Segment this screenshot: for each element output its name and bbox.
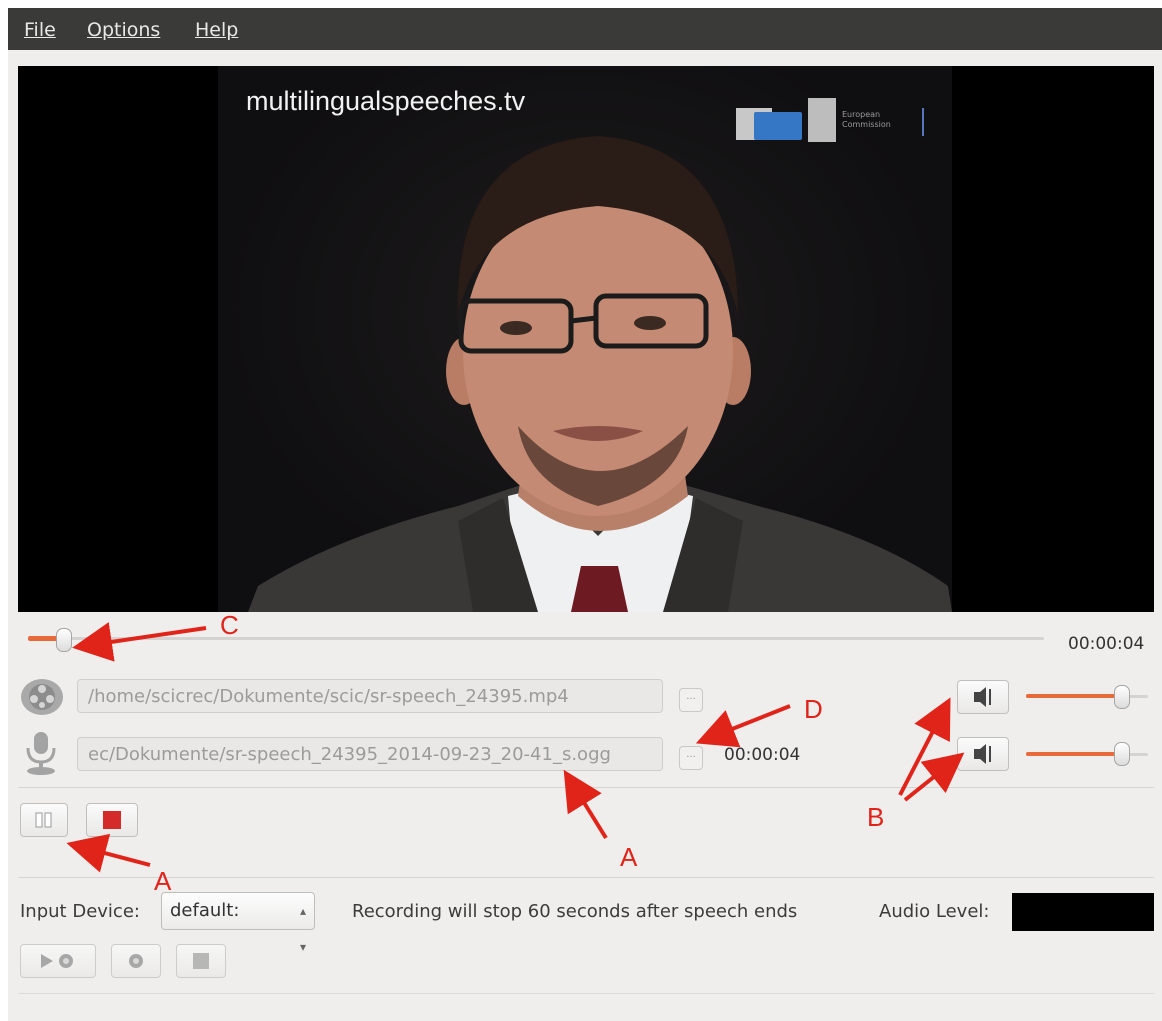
annotation-c: C [220, 610, 239, 640]
record-button[interactable] [111, 944, 161, 978]
status-separator [18, 993, 1154, 994]
audio-mute-button[interactable] [957, 737, 1009, 771]
recorder-stop-button[interactable] [176, 944, 226, 978]
video-volume-level [1026, 694, 1122, 698]
microphone-icon [26, 732, 56, 775]
video-frame: multilingualspeeches.tv European Commissi… [218, 66, 952, 612]
input-device-select[interactable]: default: ▴ ▾ [161, 892, 315, 954]
menu-file[interactable]: File [24, 19, 56, 41]
menu-options[interactable]: Options [87, 19, 160, 41]
annotation-a-pause: A [154, 866, 172, 896]
video-volume-handle[interactable] [1114, 685, 1130, 709]
pause-button[interactable] [20, 803, 68, 837]
audio-volume-level [1026, 752, 1122, 756]
video-browse-button[interactable]: ... [679, 688, 703, 712]
separator [18, 787, 1154, 788]
seek-handle[interactable] [56, 628, 72, 652]
speaker-icon [974, 744, 991, 764]
menu-help[interactable]: Help [195, 19, 238, 41]
input-device-label: Input Device: [20, 901, 140, 922]
updown-arrows-icon: ▴ ▾ [299, 904, 306, 954]
play-record-icon [41, 954, 73, 968]
video-player[interactable]: multilingualspeeches.tv European Commissi… [18, 66, 1154, 612]
separator [18, 877, 1154, 878]
video-file-path-field[interactable]: /home/scicrec/Dokumente/scic/sr-speech_2… [77, 679, 663, 713]
play-record-button[interactable] [20, 944, 96, 978]
input-device-value: default: [170, 900, 240, 921]
annotation-b: B [867, 802, 885, 832]
film-reel-icon [21, 679, 63, 715]
stop-button[interactable] [86, 803, 138, 837]
speaker-figure [248, 136, 952, 612]
audio-file-path-field[interactable]: ec/Dokumente/sr-speech_24395_2014-09-23_… [77, 737, 663, 771]
seek-track[interactable] [28, 637, 1044, 640]
recording-time: 00:00:04 [724, 745, 801, 765]
audio-level-label: Audio Level: [879, 901, 990, 922]
speaker-icon [974, 687, 991, 707]
audio-level-meter [1012, 893, 1154, 931]
stop-icon [193, 953, 209, 969]
annotation-d: D [804, 694, 823, 724]
playback-time: 00:00:04 [1068, 634, 1145, 654]
audio-browse-button[interactable]: ... [679, 746, 703, 770]
stop-icon [103, 811, 121, 829]
video-mute-button[interactable] [957, 680, 1009, 714]
record-icon [129, 954, 143, 968]
audio-volume-handle[interactable] [1114, 742, 1130, 766]
menu-bar: File Options Help [8, 8, 1162, 50]
recording-info-text: Recording will stop 60 seconds after spe… [352, 901, 798, 922]
annotation-a-path: A [620, 842, 638, 872]
pause-icon [35, 812, 52, 828]
